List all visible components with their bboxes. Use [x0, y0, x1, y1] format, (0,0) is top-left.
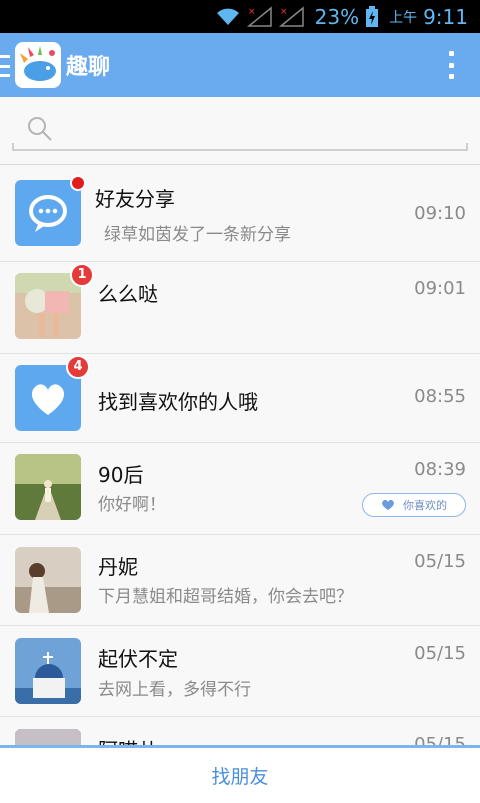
avatar [15, 729, 81, 745]
unread-badge: 4 [66, 355, 90, 379]
svg-text:×: × [280, 7, 288, 17]
avatar [15, 454, 81, 520]
conversation-time: 05/15 [414, 734, 466, 745]
avatar [15, 180, 81, 246]
conversation-name: 阿喵儿 [98, 734, 158, 745]
conversation-name: 么么哒 [98, 282, 158, 306]
conversation-time: 05/15 [414, 551, 466, 572]
find-friends-button[interactable]: 找朋友 [211, 762, 268, 789]
conversation-list[interactable]: 好友分享 绿草如茵发了一条新分享 09:10 1 么么哒 09:01 4 找到喜… [0, 165, 480, 745]
list-item[interactable]: 4 找到喜欢你的人哦 08:55 [0, 354, 480, 443]
photo-partial [15, 729, 81, 745]
conversation-preview: 你好啊！ [98, 495, 166, 515]
action-bar: 趣聊 [0, 33, 480, 97]
bottom-bar: 找朋友 [0, 745, 480, 803]
avatar [15, 547, 81, 613]
overflow-menu-icon[interactable] [446, 51, 456, 79]
conversation-name: 丹妮 [98, 555, 138, 579]
list-item[interactable]: 起伏不定 去网上看，多得不行 05/15 [0, 626, 480, 717]
list-item[interactable]: 好友分享 绿草如茵发了一条新分享 09:10 [0, 165, 480, 262]
conversation-preview: 绿草如茵发了一条新分享 [104, 225, 291, 245]
wifi-icon [216, 8, 239, 25]
photo-girl-forest [15, 454, 81, 520]
conversation-name: 90后 [98, 463, 144, 487]
conversation-preview: 去网上看，多得不行 [98, 680, 251, 700]
ampm-label: 上午 [389, 9, 418, 26]
conversation-preview: 下月慧姐和超哥结婚，你会去吧？ [98, 587, 353, 607]
list-item[interactable]: 丹妮 下月慧姐和超哥结婚，你会去吧？ 05/15 [0, 535, 480, 626]
search-input[interactable] [12, 143, 468, 151]
conversation-time: 09:01 [414, 278, 466, 299]
conversation-name: 起伏不定 [98, 647, 178, 671]
conversation-name: 找到喜欢你的人哦 [98, 390, 258, 414]
status-bar: × × 23% 上午 9:11 [0, 0, 480, 33]
app-logo-icon[interactable] [14, 41, 62, 89]
avatar [15, 638, 81, 704]
photo-girl-legs [15, 273, 81, 339]
avatar [15, 273, 81, 339]
list-item[interactable]: 阿喵儿 05/15 [0, 717, 480, 745]
search-icon [28, 117, 52, 141]
like-tag-label: 你喜欢的 [403, 499, 447, 512]
conversation-time: 08:55 [414, 386, 466, 407]
photo-girl-beach [15, 547, 81, 613]
search-bar[interactable] [0, 97, 480, 165]
app-title: 趣聊 [66, 55, 111, 80]
heart-icon [382, 499, 394, 510]
conversation-time: 05/15 [414, 643, 466, 664]
conversation-time: 08:39 [414, 459, 466, 480]
battery-charging-icon [366, 5, 379, 27]
unread-dot [70, 175, 86, 191]
conversation-name: 好友分享 [95, 187, 175, 211]
chat-bubble-icon [29, 195, 67, 232]
status-icons: × × 23% 上午 9:11 [215, 0, 468, 33]
list-item[interactable]: 1 么么哒 09:01 [0, 262, 480, 354]
like-tag[interactable]: 你喜欢的 [362, 493, 466, 517]
clock: 9:11 [423, 4, 468, 29]
svg-text:×: × [248, 7, 256, 17]
unread-badge: 1 [70, 263, 94, 287]
battery-percent: 23% [314, 4, 360, 29]
signal-icon-2: × [278, 5, 304, 27]
signal-icon: × [246, 5, 272, 27]
list-item[interactable]: 90后 你好啊！ 08:39 你喜欢的 [0, 443, 480, 535]
conversation-time: 09:10 [414, 203, 466, 224]
drawer-menu-icon[interactable] [0, 55, 10, 77]
photo-church-dome [15, 638, 81, 704]
